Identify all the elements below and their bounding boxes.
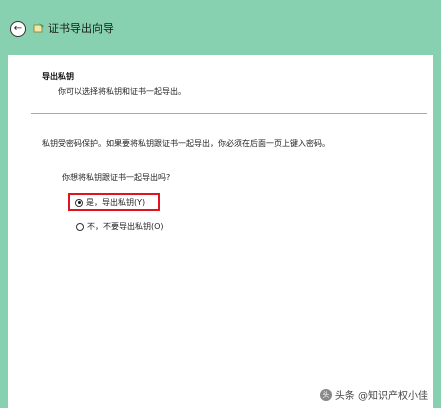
radio-export-yes[interactable]: 是，导出私钥(Y) (75, 197, 145, 208)
radio-checked-icon[interactable] (75, 198, 83, 207)
wizard-title: 证书导出向导 (48, 22, 114, 35)
section-description: 你可以选择将私钥和证书一起导出。 (58, 87, 186, 96)
private-key-info-text: 私钥受密码保护。如果要将私钥跟证书一起导出，你必须在后面一页上键入密码。 (42, 139, 330, 148)
wizard-content (8, 55, 433, 408)
header-divider (31, 113, 427, 114)
radio-label-no: 不，不要导出私钥(O) (87, 222, 164, 231)
certificate-wizard-icon (33, 23, 44, 33)
back-button[interactable]: ← (10, 21, 26, 37)
radio-export-no[interactable]: 不，不要导出私钥(O) (76, 221, 164, 232)
window-frame-right (433, 55, 441, 408)
radio-unchecked-icon[interactable] (76, 222, 84, 231)
section-heading: 导出私钥 (42, 72, 74, 81)
window-frame-left (0, 55, 8, 408)
watermark-text: 头条 @知识产权小佳 (334, 391, 428, 402)
radio-label-yes: 是，导出私钥(Y) (86, 198, 146, 207)
watermark: 头 头条 @知识产权小佳 (319, 387, 428, 402)
back-arrow-icon: ← (13, 23, 23, 34)
watermark-logo-icon: 头 (319, 388, 332, 401)
export-question: 你想将私钥跟证书一起导出吗? (62, 173, 171, 182)
